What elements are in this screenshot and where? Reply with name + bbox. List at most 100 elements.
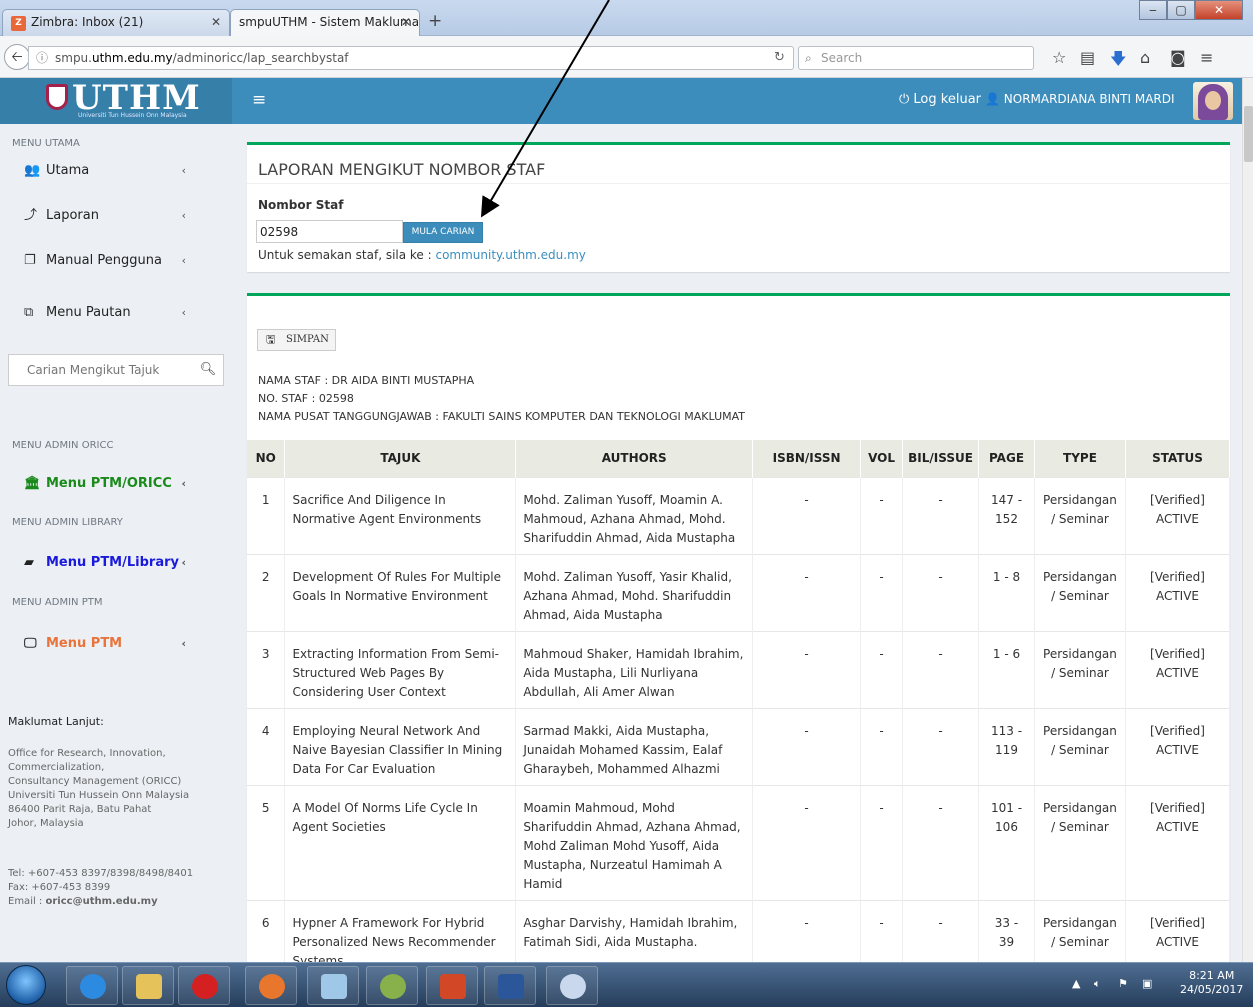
sidebar-section-main: MENU UTAMA xyxy=(12,138,80,149)
table-cell-tajuk: Development Of Rules For Multiple Goals … xyxy=(284,553,517,631)
avatar[interactable] xyxy=(1193,82,1233,120)
table-row: 2 Development Of Rules For Multiple Goals… xyxy=(247,553,1230,631)
menu-icon[interactable]: ≡ xyxy=(1200,48,1213,67)
reading-list-icon[interactable]: ▤ xyxy=(1080,48,1095,67)
new-tab-button[interactable]: + xyxy=(428,11,442,31)
pocket-icon[interactable]: ◙ xyxy=(1170,48,1186,67)
clock[interactable]: 8:21 AM 24/05/2017 xyxy=(1180,969,1243,997)
chevron-left-icon: ‹ xyxy=(181,164,186,177)
word-icon[interactable] xyxy=(484,966,536,1005)
info-icon[interactable]: ⓘ xyxy=(36,47,48,69)
chevron-left-icon: ‹ xyxy=(181,477,186,490)
sidebar-toggle-icon[interactable]: ≡ xyxy=(252,90,266,110)
minimize-button[interactable]: ‒ xyxy=(1139,0,1167,20)
sidebar-search: 🔍︎ xyxy=(8,354,224,386)
info-line: 86400 Parit Raja, Batu Pahat xyxy=(8,804,152,815)
browser-search-input[interactable]: ⌕ Search xyxy=(798,46,1034,70)
url-path: /adminoricc/lap_searchbystaf xyxy=(172,51,349,65)
network-icon[interactable]: ▣ xyxy=(1142,977,1152,990)
table-row: 4 Employing Neural Network And Naive Baye… xyxy=(247,707,1230,785)
shield-icon xyxy=(46,84,68,110)
table-cell-tajuk: Extracting Information From Semi-Structu… xyxy=(284,630,517,708)
column-header[interactable]: VOL xyxy=(860,440,904,477)
chevron-left-icon: ‹ xyxy=(181,306,186,319)
powerpoint-icon[interactable] xyxy=(426,966,478,1005)
url-bar[interactable]: ⓘ smpu.uthm.edu.my/adminoricc/lap_search… xyxy=(28,46,794,70)
info-email[interactable]: oricc@uthm.edu.my xyxy=(45,896,157,907)
tray-expand-icon[interactable]: ▲ xyxy=(1072,977,1080,990)
close-tab-icon[interactable]: ✕ xyxy=(401,10,411,35)
close-window-button[interactable]: ✕ xyxy=(1195,0,1243,20)
column-header[interactable]: ISBN/ISSN xyxy=(752,440,862,477)
sidebar-item-label: Laporan xyxy=(46,208,99,223)
ie-icon[interactable] xyxy=(66,966,118,1005)
reload-icon[interactable]: ↻ xyxy=(774,46,785,70)
report-panel: 🖫 SIMPAN NAMA STAF : DR AIDA BINTI MUSTAP… xyxy=(247,293,1230,962)
explorer-icon[interactable] xyxy=(122,966,174,1005)
sidebar-item-manual[interactable]: ❐ Manual Pengguna ‹ xyxy=(0,241,232,281)
sidebar-search-input[interactable] xyxy=(9,355,187,385)
community-link[interactable]: community.uthm.edu.my xyxy=(435,248,585,262)
tab-zimbra[interactable]: Z Zimbra: Inbox (21) ✕ xyxy=(2,9,230,36)
sidebar-item-utama[interactable]: 👥 Utama ‹ xyxy=(0,151,232,191)
home-icon[interactable]: ⌂ xyxy=(1140,48,1150,67)
staff-number-input[interactable] xyxy=(256,220,403,243)
table-cell-vol: - xyxy=(860,899,904,962)
user-menu[interactable]: 👤 NORMARDIANA BINTI MARDI xyxy=(985,92,1175,106)
sidebar-item-laporan[interactable]: ⤴ Laporan ‹ xyxy=(0,196,232,236)
paint-icon[interactable] xyxy=(546,966,598,1005)
table-cell-page: 147 - 152 xyxy=(978,476,1035,554)
opera-icon[interactable] xyxy=(178,966,230,1005)
column-header[interactable]: NO xyxy=(247,440,286,477)
search-button[interactable]: MULA CARIAN xyxy=(403,222,483,243)
back-button[interactable]: 🡠 xyxy=(4,44,30,70)
page-scrollbar[interactable] xyxy=(1242,78,1253,962)
column-header[interactable]: BIL/ISSUE xyxy=(902,440,980,477)
sidebar-item-ptm-library[interactable]: ▰ Menu PTM/Library ‹ xyxy=(0,543,232,583)
sidebar-section-library: MENU ADMIN LIBRARY xyxy=(12,517,123,528)
table-cell-status: [Verified] ACTIVE xyxy=(1125,630,1230,708)
save-button[interactable]: 🖫 SIMPAN xyxy=(257,329,336,351)
close-tab-icon[interactable]: ✕ xyxy=(211,10,221,35)
table-cell-vol: - xyxy=(860,476,904,554)
info-title: Maklumat Lanjut: xyxy=(8,715,104,728)
info-email-label: Email : xyxy=(8,896,46,907)
column-header[interactable]: TAJUK xyxy=(284,440,517,477)
bookmark-star-icon[interactable]: ☆ xyxy=(1052,48,1066,67)
column-header[interactable]: AUTHORS xyxy=(515,440,754,477)
sidebar-item-pautan[interactable]: ⧉ Menu Pautan ‹ xyxy=(0,293,232,333)
table-cell-authors: Moamin Mahmoud, Mohd Sharifuddin Ahmad, … xyxy=(515,784,754,900)
tab-smpu[interactable]: smpuUTHM - Sistem Maklumat P ✕ xyxy=(230,9,420,36)
virtualbox-icon[interactable] xyxy=(307,966,359,1005)
table-cell-bil: - xyxy=(902,630,980,708)
table-cell-isbn: - xyxy=(752,784,862,900)
start-button[interactable] xyxy=(6,965,46,1005)
table-cell-vol: - xyxy=(860,707,904,785)
download-icon[interactable]: 🡇 xyxy=(1110,48,1126,75)
game-icon[interactable] xyxy=(366,966,418,1005)
table-cell-no: 4 xyxy=(247,707,286,785)
table-cell-type: Persidangan / Seminar xyxy=(1034,553,1126,631)
search-icon[interactable]: 🔍︎ xyxy=(193,355,223,385)
column-header[interactable]: STATUS xyxy=(1125,440,1230,477)
info-line: Consultancy Management (ORICC) xyxy=(8,776,182,787)
column-header[interactable]: PAGE xyxy=(978,440,1035,477)
chart-icon: ⤴ xyxy=(24,208,38,223)
user-name: NORMARDIANA BINTI MARDI xyxy=(1003,92,1175,106)
sidebar-item-ptm-oricc[interactable]: 🏛 Menu PTM/ORICC ‹ xyxy=(0,464,232,504)
save-icon: 🖫 xyxy=(266,333,276,346)
table-cell-tajuk: Employing Neural Network And Naive Bayes… xyxy=(284,707,517,785)
sidebar-item-label: Menu PTM/Library xyxy=(46,555,179,570)
logout-link[interactable]: ⏻ Log keluar xyxy=(899,92,981,107)
column-header[interactable]: TYPE xyxy=(1034,440,1126,477)
maximize-button[interactable]: ▢ xyxy=(1167,0,1195,20)
firefox-icon[interactable] xyxy=(245,966,297,1005)
table-cell-status: [Verified] ACTIVE xyxy=(1125,707,1230,785)
uthm-logo[interactable]: UTHM Universiti Tun Hussein Onn Malaysia xyxy=(0,78,232,124)
sidebar-item-ptm[interactable]: 🖵 Menu PTM ‹ xyxy=(0,624,232,664)
flag-icon[interactable]: ⚑ xyxy=(1118,977,1128,990)
table-row: 3 Extracting Information From Semi-Struct… xyxy=(247,630,1230,708)
volume-icon[interactable]: 🔈︎ xyxy=(1094,977,1101,991)
table-cell-no: 3 xyxy=(247,630,286,708)
table-cell-type: Persidangan / Seminar xyxy=(1034,899,1126,962)
